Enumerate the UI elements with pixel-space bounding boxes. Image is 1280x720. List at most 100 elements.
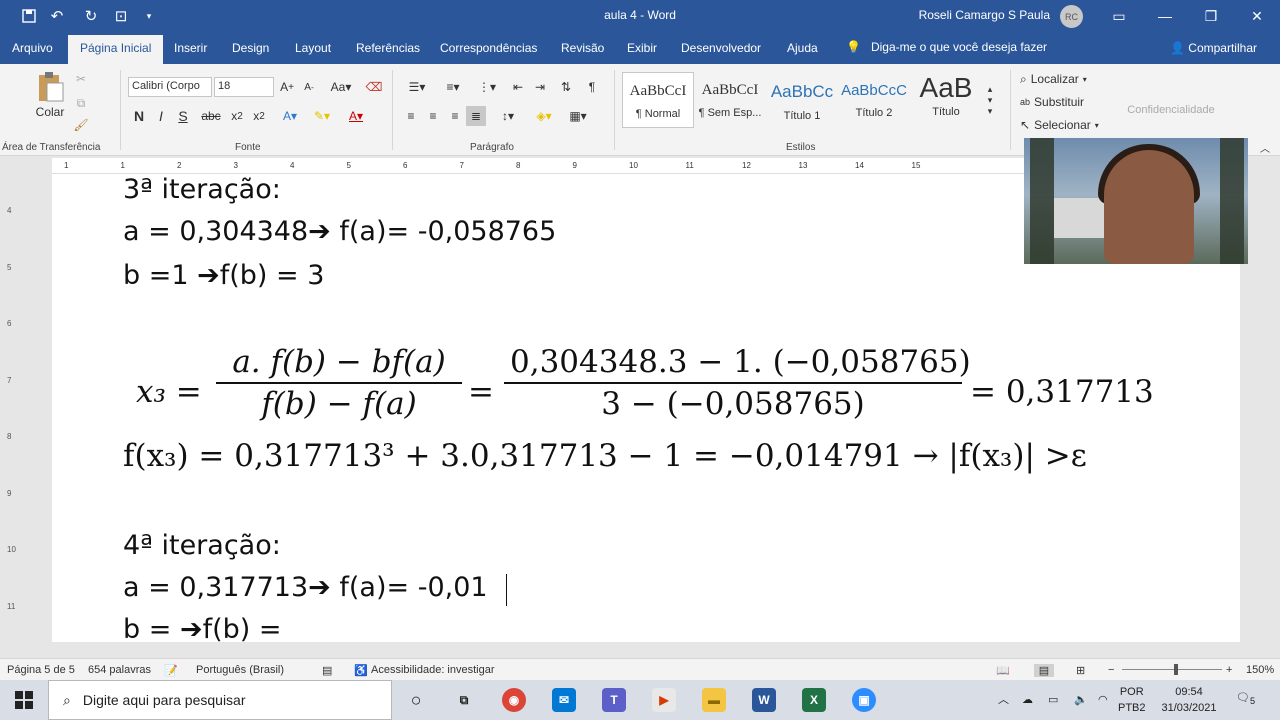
avatar[interactable]: RC: [1060, 5, 1083, 28]
teams-icon[interactable]: T: [602, 688, 626, 712]
tab-layout[interactable]: Layout: [295, 41, 331, 55]
print-layout-icon[interactable]: ▤: [1034, 664, 1054, 677]
font-size-combo[interactable]: 18: [214, 77, 274, 97]
input-language[interactable]: POR PTB2: [1118, 684, 1146, 716]
zoom-out-icon[interactable]: −: [1108, 664, 1114, 676]
cortana-icon[interactable]: ○: [404, 688, 428, 712]
paste-button[interactable]: Colar: [30, 104, 70, 120]
tab-pagina-inicial[interactable]: Página Inicial: [68, 35, 164, 64]
volume-icon[interactable]: 🔈: [1074, 692, 1088, 708]
page-count[interactable]: Página 5 de 5: [7, 664, 75, 676]
excel-icon[interactable]: X: [802, 688, 826, 712]
file-explorer-icon[interactable]: ▬: [702, 688, 726, 712]
tab-desenvolvedor[interactable]: Desenvolvedor: [681, 41, 761, 55]
underline-button[interactable]: S: [174, 106, 192, 126]
justify-icon[interactable]: ≣: [466, 106, 486, 126]
tab-revisao[interactable]: Revisão: [561, 41, 604, 55]
style-title[interactable]: AaB Título: [910, 72, 982, 128]
align-right-icon[interactable]: ≡: [446, 106, 464, 126]
cloud-icon[interactable]: ☁: [1022, 692, 1033, 708]
vertical-ruler[interactable]: 4 5 6 7 8 9 10 11: [0, 158, 22, 642]
align-left-icon[interactable]: ≡: [402, 106, 420, 126]
clear-formatting-icon[interactable]: ⌫: [364, 77, 384, 97]
chrome-icon[interactable]: ◉: [502, 688, 526, 712]
replace-button[interactable]: ab Substituir: [1020, 93, 1110, 111]
subscript-icon[interactable]: x2: [228, 106, 246, 126]
cut-icon[interactable]: ✂: [72, 70, 90, 88]
zoom-in-icon[interactable]: +: [1226, 664, 1232, 676]
superscript-icon[interactable]: x2: [250, 106, 268, 126]
line-spacing-icon[interactable]: ↕▾: [494, 106, 522, 126]
strikethrough-icon[interactable]: abc: [196, 106, 226, 126]
task-view-icon[interactable]: ⧉: [452, 688, 476, 712]
zoom-slider[interactable]: [1122, 669, 1222, 670]
highlight-color-icon[interactable]: ✎▾: [308, 106, 336, 126]
collapse-ribbon-icon[interactable]: ︿: [1256, 140, 1274, 155]
multilevel-list-icon[interactable]: ⋮▾: [472, 77, 502, 97]
save-icon[interactable]: [18, 0, 40, 32]
style-no-spacing[interactable]: AaBbCcI ¶ Sem Esp...: [694, 72, 766, 128]
sort-icon[interactable]: ⇅: [556, 77, 576, 97]
customize-quick-access-icon[interactable]: ▾: [140, 0, 158, 32]
shading-icon[interactable]: ◈▾: [530, 106, 558, 126]
minimize-button[interactable]: —: [1142, 0, 1188, 32]
user-name[interactable]: Roseli Camargo S Paula: [919, 8, 1050, 22]
close-button[interactable]: ✕: [1234, 0, 1280, 32]
macro-icon[interactable]: ▤: [322, 664, 332, 677]
font-name-combo[interactable]: Calibri (Corpo: [128, 77, 212, 97]
format-painter-icon[interactable]: 🖌: [72, 116, 90, 134]
accessibility-status[interactable]: Acessibilidade: investigar: [371, 664, 495, 676]
tab-referencias[interactable]: Referências: [356, 41, 420, 55]
italic-button[interactable]: I: [152, 106, 170, 126]
select-button[interactable]: ↖ Selecionar ▾: [1020, 116, 1110, 134]
tray-chevron-icon[interactable]: ︿: [998, 692, 1009, 708]
style-heading-2[interactable]: AaBbCcC Título 2: [838, 72, 910, 128]
undo-icon[interactable]: ↶: [46, 0, 68, 32]
find-button[interactable]: ⌕ Localizar ▾: [1020, 70, 1110, 88]
sensitivity-button[interactable]: Confidencialidade: [1116, 98, 1226, 122]
styles-scroll-icon[interactable]: ▴ ▾ ▾: [984, 72, 996, 128]
increase-indent-icon[interactable]: ⇥: [530, 77, 550, 97]
grow-font-icon[interactable]: A +: [278, 77, 296, 97]
tell-me-box[interactable]: 💡 Diga-me o que você deseja fazer: [846, 40, 1047, 54]
word-count[interactable]: 654 palavras: [88, 664, 151, 676]
tab-correspondencias[interactable]: Correspondências: [440, 41, 537, 55]
clock[interactable]: 09:54 31/03/2021: [1158, 684, 1220, 716]
video-editor-icon[interactable]: ▶: [652, 688, 676, 712]
tab-ajuda[interactable]: Ajuda: [787, 41, 818, 55]
mail-icon[interactable]: ✉: [552, 688, 576, 712]
bullets-icon[interactable]: ☰▾: [402, 77, 432, 97]
decrease-indent-icon[interactable]: ⇤: [508, 77, 528, 97]
word-icon[interactable]: W: [752, 688, 776, 712]
zoom-level[interactable]: 150%: [1246, 664, 1274, 676]
copy-icon[interactable]: ⧉: [72, 94, 90, 112]
proofing-icon[interactable]: 📝: [164, 664, 178, 677]
tab-exibir[interactable]: Exibir: [627, 41, 657, 55]
bold-button[interactable]: N: [130, 106, 148, 126]
restore-button[interactable]: ❐: [1188, 0, 1234, 32]
touch-mode-icon[interactable]: ⊡: [110, 0, 132, 32]
ribbon-display-options-icon[interactable]: ▭: [1096, 0, 1142, 32]
zoom-slider-thumb[interactable]: [1174, 664, 1178, 675]
show-marks-icon[interactable]: ¶: [582, 77, 602, 97]
align-center-icon[interactable]: ≡: [424, 106, 442, 126]
shrink-font-icon[interactable]: A-: [300, 77, 318, 97]
wifi-icon[interactable]: ◠: [1098, 692, 1108, 708]
clipboard-icon[interactable]: [30, 70, 70, 104]
tab-design[interactable]: Design: [232, 41, 269, 55]
style-normal[interactable]: AaBbCcI ¶ Normal: [622, 72, 694, 128]
numbering-icon[interactable]: ≡▾: [438, 77, 468, 97]
share-button[interactable]: 👤 Compartilhar: [1170, 41, 1257, 55]
battery-icon[interactable]: ▭: [1048, 692, 1058, 708]
read-mode-icon[interactable]: 📖: [996, 664, 1010, 677]
tab-inserir[interactable]: Inserir: [174, 41, 207, 55]
web-layout-icon[interactable]: ⊞: [1076, 664, 1085, 677]
language[interactable]: Português (Brasil): [196, 664, 284, 676]
font-color-icon[interactable]: A▾: [342, 106, 370, 126]
style-heading-1[interactable]: AaBbCc Título 1: [766, 72, 838, 128]
zoom-app-icon[interactable]: ▣: [852, 688, 876, 712]
windows-start-icon[interactable]: [0, 680, 48, 720]
taskbar-search[interactable]: ⌕ Digite aqui para pesquisar: [48, 680, 392, 720]
text-effects-icon[interactable]: A▾: [278, 106, 302, 126]
notifications-icon[interactable]: 🗨5: [1236, 690, 1255, 709]
